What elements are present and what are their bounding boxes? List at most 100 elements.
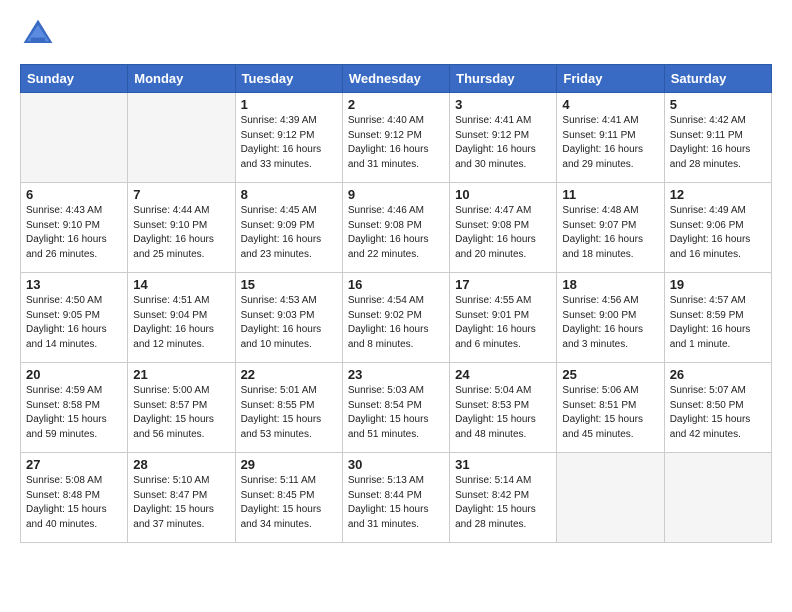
day-info: Sunrise: 5:14 AM Sunset: 8:42 PM Dayligh… — [455, 474, 551, 532]
day-info: Sunrise: 4:50 AM Sunset: 9:05 PM Dayligh… — [26, 294, 122, 352]
day-number: 11 — [562, 187, 658, 202]
calendar-cell: 1Sunrise: 4:39 AM Sunset: 9:12 PM Daylig… — [235, 93, 342, 183]
calendar-cell: 7 Sunrise: 4:44 AM Sunset: 9:10 PM Daylig… — [128, 183, 235, 273]
calendar-cell: 30 Sunrise: 5:13 AM Sunset: 8:44 PM Dayli… — [342, 453, 449, 543]
day-info: Sunrise: 5:07 AM Sunset: 8:50 PM Dayligh… — [670, 384, 766, 442]
calendar-cell: 15 Sunrise: 4:53 AM Sunset: 9:03 PM Dayli… — [235, 273, 342, 363]
calendar-cell: 9 Sunrise: 4:46 AM Sunset: 9:08 PM Daylig… — [342, 183, 449, 273]
day-info: Sunrise: 4:47 AM Sunset: 9:08 PM Dayligh… — [455, 204, 551, 262]
day-number: 30 — [348, 457, 444, 472]
day-number: 8 — [241, 187, 337, 202]
day-info: Sunrise: 4:41 AM Sunset: 9:12 PM Dayligh… — [455, 114, 551, 172]
weekday-header: Monday — [128, 65, 235, 93]
day-number: 19 — [670, 277, 766, 292]
calendar-cell: 16 Sunrise: 4:54 AM Sunset: 9:02 PM Dayli… — [342, 273, 449, 363]
weekday-header: Thursday — [450, 65, 557, 93]
calendar-cell — [557, 453, 664, 543]
day-info: Sunrise: 4:59 AM Sunset: 8:58 PM Dayligh… — [26, 384, 122, 442]
day-info: Sunrise: 4:49 AM Sunset: 9:06 PM Dayligh… — [670, 204, 766, 262]
day-number: 29 — [241, 457, 337, 472]
calendar-cell: 23 Sunrise: 5:03 AM Sunset: 8:54 PM Dayli… — [342, 363, 449, 453]
day-number: 10 — [455, 187, 551, 202]
day-info: Sunrise: 5:06 AM Sunset: 8:51 PM Dayligh… — [562, 384, 658, 442]
logo — [20, 16, 62, 52]
day-info: Sunrise: 5:13 AM Sunset: 8:44 PM Dayligh… — [348, 474, 444, 532]
day-number: 6 — [26, 187, 122, 202]
day-number: 25 — [562, 367, 658, 382]
day-info: Sunrise: 4:42 AM Sunset: 9:11 PM Dayligh… — [670, 114, 766, 172]
day-number: 23 — [348, 367, 444, 382]
day-info: Sunrise: 5:10 AM Sunset: 8:47 PM Dayligh… — [133, 474, 229, 532]
calendar-cell: 14 Sunrise: 4:51 AM Sunset: 9:04 PM Dayli… — [128, 273, 235, 363]
day-number: 27 — [26, 457, 122, 472]
calendar-week-row: 27 Sunrise: 5:08 AM Sunset: 8:48 PM Dayli… — [21, 453, 772, 543]
calendar-cell: 19Sunrise: 4:57 AM Sunset: 8:59 PM Dayli… — [664, 273, 771, 363]
day-info: Sunrise: 4:51 AM Sunset: 9:04 PM Dayligh… — [133, 294, 229, 352]
day-info: Sunrise: 5:01 AM Sunset: 8:55 PM Dayligh… — [241, 384, 337, 442]
day-number: 28 — [133, 457, 229, 472]
calendar-cell: 6 Sunrise: 4:43 AM Sunset: 9:10 PM Daylig… — [21, 183, 128, 273]
day-info: Sunrise: 4:48 AM Sunset: 9:07 PM Dayligh… — [562, 204, 658, 262]
calendar-cell: 4Sunrise: 4:41 AM Sunset: 9:11 PM Daylig… — [557, 93, 664, 183]
calendar-cell: 13 Sunrise: 4:50 AM Sunset: 9:05 PM Dayli… — [21, 273, 128, 363]
calendar-cell: 11 Sunrise: 4:48 AM Sunset: 9:07 PM Dayli… — [557, 183, 664, 273]
day-info: Sunrise: 5:03 AM Sunset: 8:54 PM Dayligh… — [348, 384, 444, 442]
calendar-cell: 8Sunrise: 4:45 AM Sunset: 9:09 PM Daylig… — [235, 183, 342, 273]
calendar-cell: 12 Sunrise: 4:49 AM Sunset: 9:06 PM Dayli… — [664, 183, 771, 273]
weekday-header: Saturday — [664, 65, 771, 93]
calendar-cell — [664, 453, 771, 543]
day-number: 7 — [133, 187, 229, 202]
calendar-cell: 22Sunrise: 5:01 AM Sunset: 8:55 PM Dayli… — [235, 363, 342, 453]
day-info: Sunrise: 4:44 AM Sunset: 9:10 PM Dayligh… — [133, 204, 229, 262]
day-info: Sunrise: 4:53 AM Sunset: 9:03 PM Dayligh… — [241, 294, 337, 352]
calendar-cell: 28 Sunrise: 5:10 AM Sunset: 8:47 PM Dayli… — [128, 453, 235, 543]
day-info: Sunrise: 5:11 AM Sunset: 8:45 PM Dayligh… — [241, 474, 337, 532]
calendar-cell: 29 Sunrise: 5:11 AM Sunset: 8:45 PM Dayli… — [235, 453, 342, 543]
day-info: Sunrise: 5:00 AM Sunset: 8:57 PM Dayligh… — [133, 384, 229, 442]
header — [20, 16, 772, 52]
calendar-header-row: SundayMondayTuesdayWednesdayThursdayFrid… — [21, 65, 772, 93]
day-number: 9 — [348, 187, 444, 202]
weekday-header: Sunday — [21, 65, 128, 93]
calendar-cell: 3 Sunrise: 4:41 AM Sunset: 9:12 PM Daylig… — [450, 93, 557, 183]
day-info: Sunrise: 4:56 AM Sunset: 9:00 PM Dayligh… — [562, 294, 658, 352]
calendar-cell: 10 Sunrise: 4:47 AM Sunset: 9:08 PM Dayli… — [450, 183, 557, 273]
calendar-week-row: 1Sunrise: 4:39 AM Sunset: 9:12 PM Daylig… — [21, 93, 772, 183]
day-number: 31 — [455, 457, 551, 472]
weekday-header: Tuesday — [235, 65, 342, 93]
day-number: 16 — [348, 277, 444, 292]
day-number: 13 — [26, 277, 122, 292]
day-number: 5 — [670, 97, 766, 112]
weekday-header: Wednesday — [342, 65, 449, 93]
day-number: 12 — [670, 187, 766, 202]
day-number: 17 — [455, 277, 551, 292]
day-info: Sunrise: 4:54 AM Sunset: 9:02 PM Dayligh… — [348, 294, 444, 352]
day-info: Sunrise: 4:40 AM Sunset: 9:12 PM Dayligh… — [348, 114, 444, 172]
calendar-cell: 24 Sunrise: 5:04 AM Sunset: 8:53 PM Dayli… — [450, 363, 557, 453]
day-number: 21 — [133, 367, 229, 382]
day-number: 14 — [133, 277, 229, 292]
day-number: 15 — [241, 277, 337, 292]
weekday-header: Friday — [557, 65, 664, 93]
calendar-cell: 17 Sunrise: 4:55 AM Sunset: 9:01 PM Dayli… — [450, 273, 557, 363]
day-number: 18 — [562, 277, 658, 292]
calendar-week-row: 20Sunrise: 4:59 AM Sunset: 8:58 PM Dayli… — [21, 363, 772, 453]
calendar-cell: 27 Sunrise: 5:08 AM Sunset: 8:48 PM Dayli… — [21, 453, 128, 543]
day-number: 2 — [348, 97, 444, 112]
day-info: Sunrise: 4:46 AM Sunset: 9:08 PM Dayligh… — [348, 204, 444, 262]
calendar-cell: 5 Sunrise: 4:42 AM Sunset: 9:11 PM Daylig… — [664, 93, 771, 183]
day-number: 3 — [455, 97, 551, 112]
calendar-week-row: 13 Sunrise: 4:50 AM Sunset: 9:05 PM Dayli… — [21, 273, 772, 363]
calendar-table: SundayMondayTuesdayWednesdayThursdayFrid… — [20, 64, 772, 543]
logo-icon — [20, 16, 56, 52]
day-info: Sunrise: 4:43 AM Sunset: 9:10 PM Dayligh… — [26, 204, 122, 262]
day-number: 24 — [455, 367, 551, 382]
day-info: Sunrise: 5:04 AM Sunset: 8:53 PM Dayligh… — [455, 384, 551, 442]
calendar-cell: 26 Sunrise: 5:07 AM Sunset: 8:50 PM Dayli… — [664, 363, 771, 453]
calendar-cell: 2 Sunrise: 4:40 AM Sunset: 9:12 PM Daylig… — [342, 93, 449, 183]
page: SundayMondayTuesdayWednesdayThursdayFrid… — [0, 0, 792, 559]
day-info: Sunrise: 5:08 AM Sunset: 8:48 PM Dayligh… — [26, 474, 122, 532]
day-number: 26 — [670, 367, 766, 382]
day-info: Sunrise: 4:55 AM Sunset: 9:01 PM Dayligh… — [455, 294, 551, 352]
day-info: Sunrise: 4:39 AM Sunset: 9:12 PM Dayligh… — [241, 114, 337, 172]
